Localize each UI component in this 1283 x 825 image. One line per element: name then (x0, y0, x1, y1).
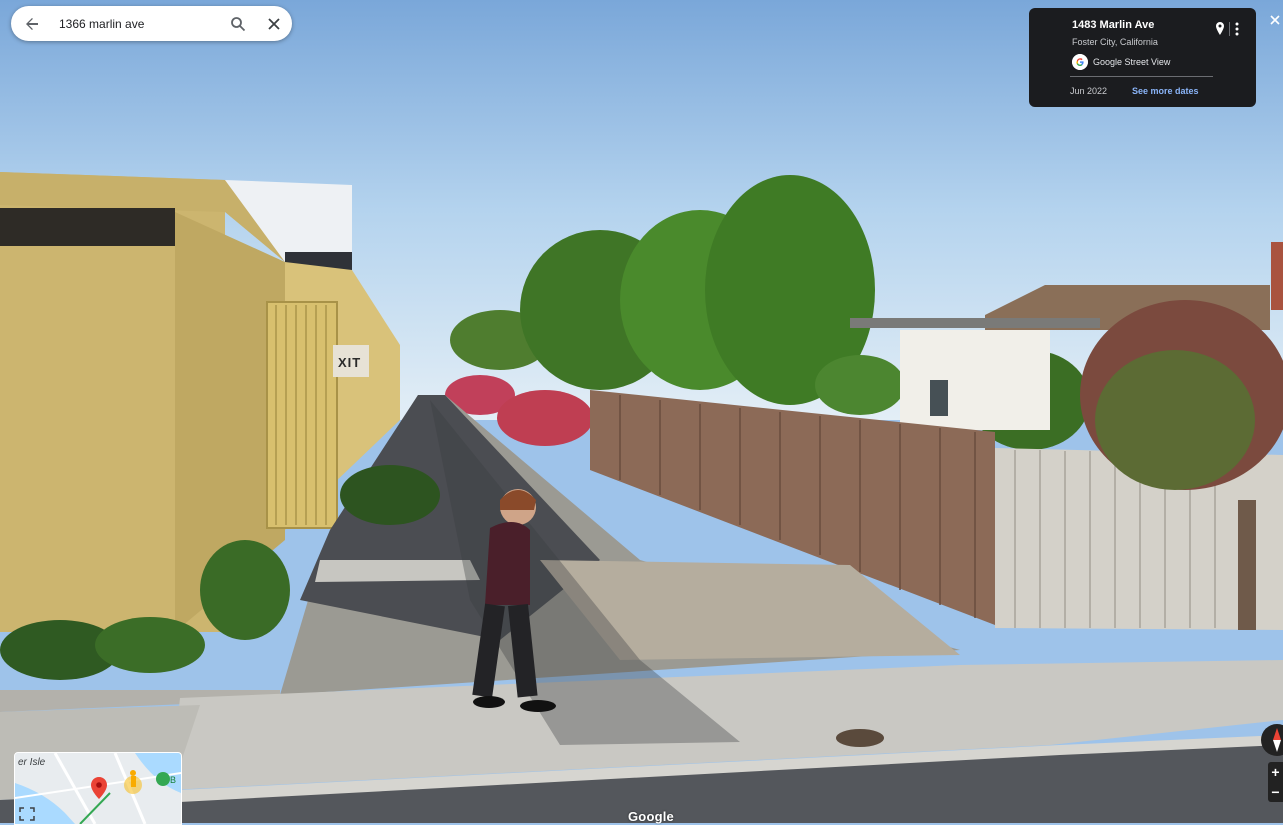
see-more-dates-link[interactable]: See more dates (1132, 86, 1199, 96)
fullscreen-icon[interactable] (19, 807, 35, 821)
street-view-panorama[interactable] (0, 0, 1283, 823)
google-watermark: Google (628, 809, 674, 824)
exit-sign: XIT (338, 355, 362, 370)
back-arrow-icon (26, 17, 38, 30)
search-input[interactable] (49, 7, 220, 40)
street-view-info-card: 1483 Marlin Ave Foster City, California … (1029, 8, 1256, 107)
search-button[interactable] (220, 6, 256, 41)
source-label: Google Street View (1093, 57, 1171, 67)
close-icon (268, 17, 280, 30)
minimap-place-label: er Isle (18, 757, 46, 768)
clear-search-button[interactable] (256, 6, 292, 41)
capture-date: Jun 2022 (1070, 86, 1108, 96)
location-pin-icon[interactable] (1214, 21, 1226, 37)
close-icon[interactable] (1268, 12, 1282, 28)
more-vert-icon[interactable] (1232, 21, 1242, 37)
zoom-out-button[interactable]: − (1268, 782, 1283, 802)
search-icon (231, 16, 246, 31)
address-title: 1483 Marlin Ave (1072, 19, 1155, 31)
back-button[interactable] (15, 6, 49, 41)
svg-text:B: B (170, 775, 176, 785)
card-separator (1229, 22, 1230, 36)
zoom-in-button[interactable]: + (1268, 762, 1283, 782)
search-box (11, 6, 292, 41)
google-logo-icon (1072, 54, 1088, 70)
compass-icon[interactable] (1259, 723, 1283, 757)
minimap[interactable]: B er Isle (14, 752, 182, 825)
address-subtitle: Foster City, California (1072, 37, 1158, 47)
divider (1070, 76, 1213, 77)
zoom-controls: + − (1268, 762, 1283, 802)
